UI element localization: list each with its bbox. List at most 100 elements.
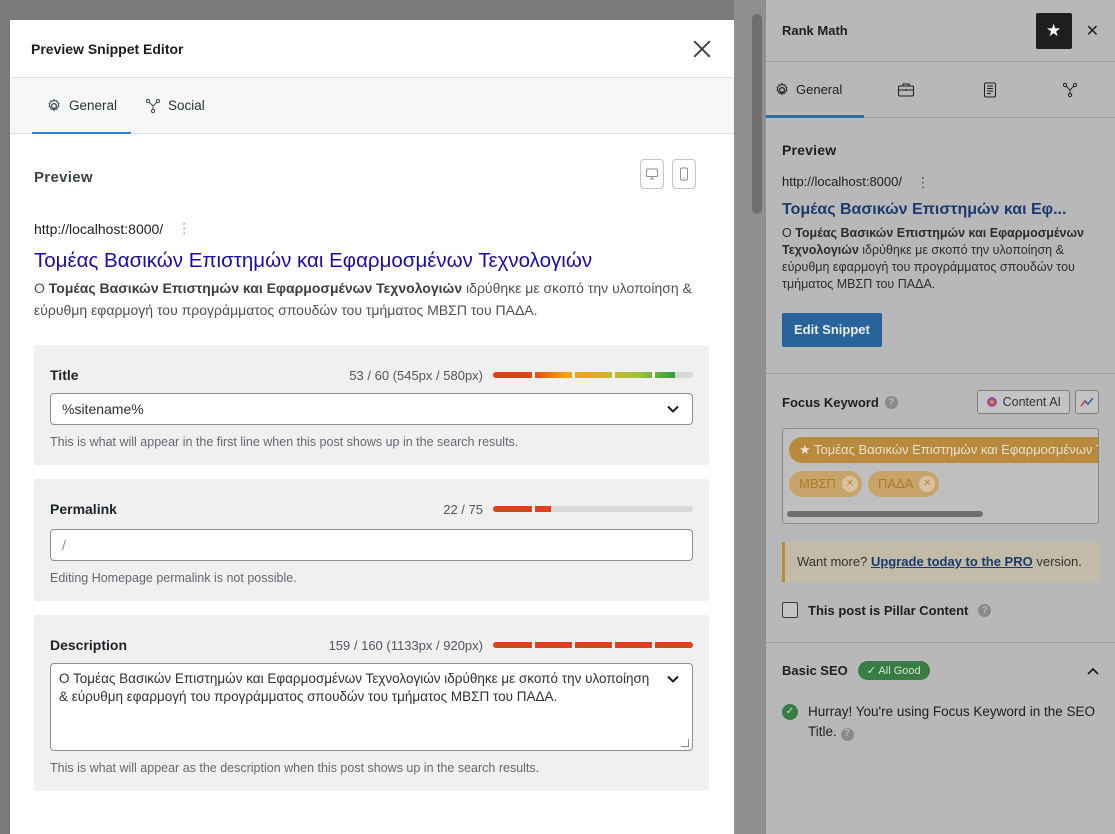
bar-divider [572,642,575,648]
modal-header: Preview Snippet Editor [10,20,734,78]
permalink-input[interactable]: / [50,529,693,561]
sidebar-tab-schema[interactable] [948,62,1032,117]
keyword-scrollbar[interactable] [787,511,983,517]
remove-icon[interactable]: ✕ [841,476,858,492]
sidebar-header: Rank Math ★ ✕ [766,0,1115,62]
content-ai-button[interactable]: Content AI [976,390,1070,414]
description-textarea[interactable]: Ο Τομέας Βασικών Επιστημών και Εφαρμοσμέ… [50,663,693,751]
modal-body: Preview http://localhost:8000/ ⋮ Τομέας … [10,134,734,791]
serp-title: Τομέας Βασικών Επιστημών και Εφαρμοσμένω… [34,249,593,272]
sidebar-tab-advanced[interactable] [864,62,948,117]
remove-icon[interactable]: ✕ [919,476,936,492]
mobile-preview-button[interactable] [672,159,696,189]
pillar-content-label[interactable]: This post is Pillar Content [808,603,968,618]
serp-url: http://localhost:8000/ [34,220,164,237]
sidebar-header-actions: ★ ✕ [1035,12,1099,49]
preview-snippet-editor-modal: Preview Snippet Editor General Social Pr… [10,20,734,834]
resize-handle[interactable] [681,739,689,747]
chevron-up-icon[interactable] [1087,667,1099,675]
help-icon[interactable]: ? [978,603,992,617]
serp-desc-prefix: Ο [34,280,49,296]
permalink-help: Editing Homepage permalink is not possib… [50,571,297,585]
sidebar-tab-social[interactable] [1032,62,1092,117]
schema-icon [984,82,996,97]
permalink-label: Permalink [50,501,117,517]
gear-icon [776,82,788,95]
serp-url-row: http://localhost:8000/ ⋮ [34,220,709,237]
description-counter-text: 159 / 160 (1133px / 920px) [328,637,483,653]
title-length-bar-fill [493,372,675,378]
focus-keyword-section: Focus Keyword ? Content AI ★ Τομέας Βασι… [766,390,1115,618]
pillar-content-row: This post is Pillar Content ? [782,602,1099,618]
close-icon[interactable] [691,38,713,60]
sidebar-serp-title: Τομέας Βασικών Επιστημών και Εφ... [782,201,1067,218]
sidebar-desc-prefix: Ο [782,226,796,240]
description-value: Ο Τομέας Βασικών Επιστημών και Εφαρμοσμέ… [59,671,650,704]
edit-snippet-button[interactable]: Edit Snippet [782,313,882,347]
title-counter: 53 / 60 (545px / 580px) [349,368,693,383]
bar-divider [652,372,655,378]
description-counter: 159 / 160 (1133px / 920px) [329,638,693,653]
trends-button[interactable] [1075,390,1099,414]
sidebar-close-icon[interactable]: ✕ [1086,21,1099,41]
permalink-counter-text: 22 / 75 [443,501,483,517]
bar-divider [532,642,535,648]
keyword-chip-label: ΠΑΔΑ [877,476,914,491]
sidebar-tabs: General [766,62,1115,118]
upgrade-link[interactable]: Upgrade today to the PRO [871,554,1033,569]
toolbox-icon [898,83,914,96]
title-value: %sitename% [62,401,144,417]
title-length-bar [493,372,693,378]
content-ai-icon [986,397,997,407]
description-field-header: Description 159 / 160 (1133px / 920px) [50,637,693,653]
title-field-box: Title 53 / 60 (545px / 580px) %sitename% [34,345,709,465]
keyword-input-box[interactable]: ★ Τομέας Βασικών Επιστημών και Εφαρμοσμέ… [782,428,1099,524]
more-vertical-icon[interactable]: ⋮ [916,174,930,191]
keyword-chip-label: ΜΒΣΠ [799,476,836,491]
star-icon[interactable]: ★ [1035,12,1072,49]
chevron-down-icon[interactable] [666,672,680,686]
tab-social[interactable]: Social [131,78,219,133]
focus-keyword-header: Focus Keyword ? Content AI [782,390,1099,414]
pillar-content-checkbox[interactable] [782,602,798,618]
sidebar-title: Rank Math [782,23,848,38]
serp-desc-bold: Τομέας Βασικών Επιστημών και Εφαρμοσμένω… [48,280,463,296]
description-length-bar [493,642,693,648]
chevron-down-icon [667,405,679,413]
keyword-chip[interactable]: ΠΑΔΑ ✕ [867,471,940,497]
permalink-length-bar [493,506,693,512]
title-select[interactable]: %sitename% [50,393,693,425]
modal-title: Preview Snippet Editor [31,40,184,57]
seo-check-item: ✓ Hurray! You're using Focus Keyword in … [782,702,1099,742]
sidebar-serp-description: Ο Τομέας Βασικών Επιστημών και Εφαρμοσμέ… [782,225,1099,293]
keyword-chip[interactable]: ΜΒΣΠ ✕ [789,471,862,497]
focus-keyword-label-wrap: Focus Keyword ? [782,395,898,410]
desktop-preview-button[interactable] [640,159,664,189]
seo-check-text: Hurray! You're using Focus Keyword in th… [808,702,1099,742]
title-counter-text: 53 / 60 (545px / 580px) [349,367,483,383]
modal-tabs: General Social [10,78,734,134]
more-vertical-icon[interactable]: ⋮ [177,220,191,237]
sidebar-url: http://localhost:8000/ [782,174,902,189]
scrollbar-thumb[interactable] [752,14,762,214]
permalink-field-box: Permalink 22 / 75 / Editing Homepage per… [34,479,709,601]
sidebar-preview-label: Preview [782,142,837,158]
desktop-icon [646,168,658,180]
primary-keyword-chip[interactable]: ★ Τομέας Βασικών Επιστημών και Εφαρμοσμέ… [789,437,1098,463]
basic-seo-section: Basic SEO ✓ All Good ✓ Hurray! You're us… [766,642,1115,742]
check-icon: ✓ [782,704,798,720]
tab-general[interactable]: General [32,78,132,134]
permalink-length-bar-fill [493,506,551,512]
bar-divider [532,506,535,512]
share-icon [145,98,161,113]
bar-divider [572,372,575,378]
tab-social-label: Social [168,98,205,113]
trend-chart-icon [1080,397,1094,407]
serp-description: Ο Τομέας Βασικών Επιστημών και Εφαρμοσμέ… [34,277,709,321]
help-icon[interactable]: ? [840,727,854,741]
basic-seo-header[interactable]: Basic SEO ✓ All Good [782,661,1099,680]
sidebar-tab-general[interactable]: General [766,62,864,118]
title-label: Title [50,367,79,383]
content-ai-label: Content AI [1002,395,1061,409]
help-icon[interactable]: ? [884,395,898,409]
